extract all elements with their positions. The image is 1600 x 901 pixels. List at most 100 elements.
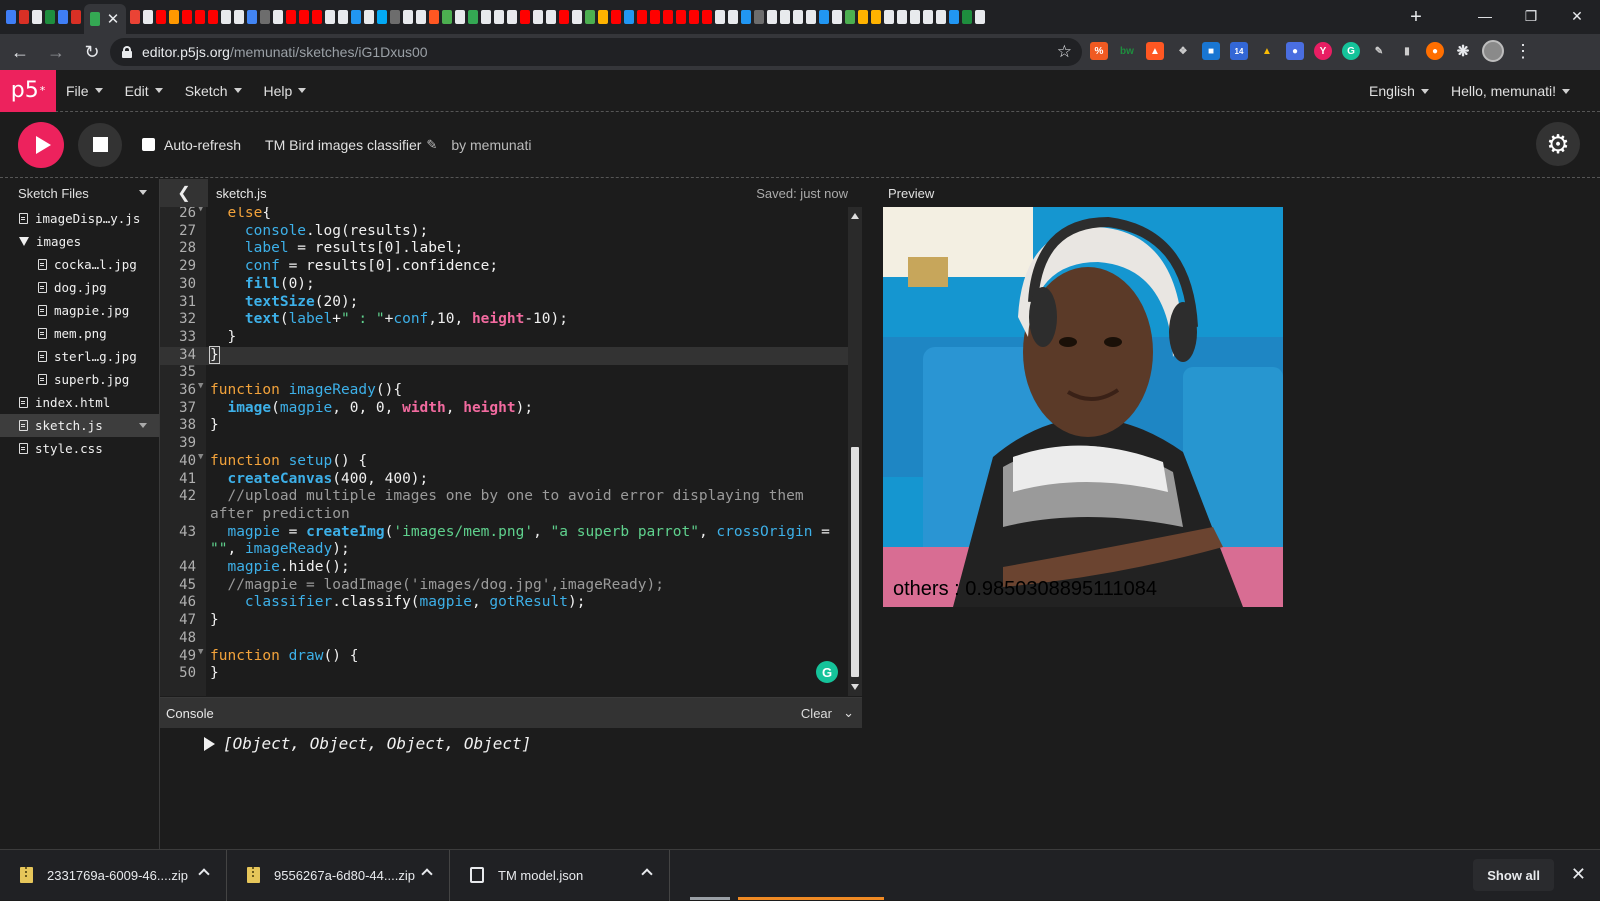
tab-favicon-icon[interactable]: [494, 10, 504, 24]
tab-favicon-icon[interactable]: [221, 10, 231, 24]
back-icon[interactable]: ←: [4, 36, 36, 68]
tab-favicon-icon[interactable]: [338, 10, 348, 24]
tab-favicon-icon[interactable]: [806, 10, 816, 24]
sidebar-file[interactable]: index.html: [0, 391, 159, 414]
tab-favicon-icon[interactable]: [19, 10, 29, 24]
code-line[interactable]: 28 label = results[0].label;: [160, 240, 848, 258]
grammarly-icon[interactable]: G: [816, 661, 838, 683]
chevron-down-icon[interactable]: [139, 190, 147, 195]
profile-avatar[interactable]: [1482, 40, 1504, 62]
tab-favicon-icon[interactable]: [637, 10, 647, 24]
code-line[interactable]: 39: [160, 435, 848, 453]
menu-sketch[interactable]: Sketch: [185, 83, 242, 99]
sidebar-file[interactable]: imageDisp…y.js: [0, 207, 159, 230]
tab-favicon-icon[interactable]: [520, 10, 530, 24]
tab-favicon-icon[interactable]: [143, 10, 153, 24]
p5-logo[interactable]: p5 *: [0, 69, 56, 112]
tab-favicon-icon[interactable]: [481, 10, 491, 24]
sidebar-file[interactable]: mem.png: [0, 322, 159, 345]
sidebar-file[interactable]: sterl…g.jpg: [0, 345, 159, 368]
tab-favicon-icon[interactable]: [416, 10, 426, 24]
stop-button[interactable]: [78, 122, 122, 167]
extension-icon[interactable]: bw: [1118, 42, 1136, 60]
code-line[interactable]: 30 fill(0);: [160, 276, 848, 294]
tab-favicon-icon[interactable]: [169, 10, 179, 24]
scroll-down-icon[interactable]: [851, 684, 859, 690]
tab-close-icon[interactable]: ✕: [106, 10, 120, 28]
tab-favicon-icon[interactable]: [715, 10, 725, 24]
preview-canvas[interactable]: others : 0.9850308895111084: [883, 207, 1283, 607]
url-input[interactable]: editor.p5js.org/memunati/sketches/iG1Dxu…: [110, 38, 1082, 66]
language-menu[interactable]: English: [1369, 83, 1429, 99]
tab-favicon-icon[interactable]: [871, 10, 881, 24]
reload-icon[interactable]: ↻: [76, 36, 108, 68]
tab-favicon-icon[interactable]: [442, 10, 452, 24]
sketch-name[interactable]: TM Bird images classifier ✎: [265, 137, 437, 153]
tab-favicon-icon[interactable]: [468, 10, 478, 24]
chevron-up-icon[interactable]: [198, 867, 210, 880]
play-button[interactable]: [18, 121, 64, 168]
tab-favicon-icon[interactable]: [910, 10, 920, 24]
tab-favicon-icon[interactable]: [533, 10, 543, 24]
fold-arrow-icon[interactable]: ▼: [198, 647, 203, 657]
extension-icon[interactable]: %: [1090, 42, 1108, 60]
tab-favicon-icon[interactable]: [949, 10, 959, 24]
collapse-sidebar-button[interactable]: ❮: [160, 179, 208, 207]
tab-favicon-icon[interactable]: [45, 10, 55, 24]
code-line[interactable]: 49 ▼ function draw() {: [160, 647, 848, 666]
tab-favicon-icon[interactable]: [702, 10, 712, 24]
auto-refresh-checkbox[interactable]: [142, 138, 155, 151]
code-line[interactable]: 31 textSize(20);: [160, 294, 848, 312]
chevron-up-icon[interactable]: [421, 867, 433, 880]
tab-favicon-icon[interactable]: [195, 10, 205, 24]
code-line[interactable]: 45 //magpie = loadImage('images/dog.jpg'…: [160, 577, 848, 595]
close-window-icon[interactable]: ✕: [1554, 0, 1600, 32]
code-line[interactable]: "", imageReady);: [160, 541, 848, 559]
tab-favicon-icon[interactable]: [377, 10, 387, 24]
tab-favicon-icon[interactable]: [390, 10, 400, 24]
code-line[interactable]: 33 }: [160, 329, 848, 347]
tab-favicon-icon[interactable]: [962, 10, 972, 24]
sidebar-file[interactable]: magpie.jpg: [0, 299, 159, 322]
console-clear-button[interactable]: Clear: [801, 706, 832, 721]
fold-arrow-icon[interactable]: ▼: [198, 207, 203, 214]
menu-edit[interactable]: Edit: [125, 83, 163, 99]
tab-favicon-icon[interactable]: [624, 10, 634, 24]
tab-favicon-icon[interactable]: [546, 10, 556, 24]
tab-favicon-icon[interactable]: [260, 10, 270, 24]
tab-favicon-icon[interactable]: [32, 10, 42, 24]
restore-icon[interactable]: ❐: [1508, 0, 1554, 32]
sidebar-file[interactable]: style.css: [0, 437, 159, 460]
new-tab-button[interactable]: +: [1402, 6, 1430, 29]
tab-favicon-icon[interactable]: [585, 10, 595, 24]
auto-refresh-toggle[interactable]: Auto-refresh: [142, 137, 241, 153]
code-line[interactable]: 32 text(label+" : "+conf,10, height-10);: [160, 311, 848, 329]
tab-favicon-icon[interactable]: [273, 10, 283, 24]
code-line[interactable]: 40 ▼ function setup() {: [160, 452, 848, 471]
lock-icon[interactable]: [122, 46, 132, 58]
code-line[interactable]: 41 createCanvas(400, 400);: [160, 471, 848, 489]
code-line[interactable]: 43 magpie = createImg('images/mem.png', …: [160, 524, 848, 542]
chevron-up-icon[interactable]: [641, 867, 653, 880]
code-line[interactable]: 48: [160, 630, 848, 648]
tab-favicon-icon[interactable]: [923, 10, 933, 24]
tab-favicon-icon[interactable]: [286, 10, 296, 24]
sketch-owner[interactable]: by memunati: [451, 137, 531, 153]
tab-favicon-icon[interactable]: [312, 10, 322, 24]
tab-favicon-icon[interactable]: [897, 10, 907, 24]
tab-favicon-icon[interactable]: [403, 10, 413, 24]
tab-favicon-icon[interactable]: [741, 10, 751, 24]
tab-favicon-icon[interactable]: [572, 10, 582, 24]
show-all-button[interactable]: Show all: [1473, 859, 1554, 891]
drive-icon[interactable]: ▲: [1258, 42, 1276, 60]
code-line[interactable]: 42 //upload multiple images one by one t…: [160, 488, 848, 506]
extension-icon[interactable]: ●: [1426, 42, 1444, 60]
console-log-entry[interactable]: [Object, Object, Object, Object]: [204, 734, 862, 753]
grammarly-ext-icon[interactable]: G: [1342, 42, 1360, 60]
code-line[interactable]: 36 ▼ function imageReady(){: [160, 381, 848, 400]
file-options-icon[interactable]: [139, 423, 147, 428]
tab-favicon-icon[interactable]: [364, 10, 374, 24]
editor-scrollbar[interactable]: [848, 207, 862, 696]
tab-favicon-icon[interactable]: [182, 10, 192, 24]
tab-favicon-icon[interactable]: [559, 10, 569, 24]
